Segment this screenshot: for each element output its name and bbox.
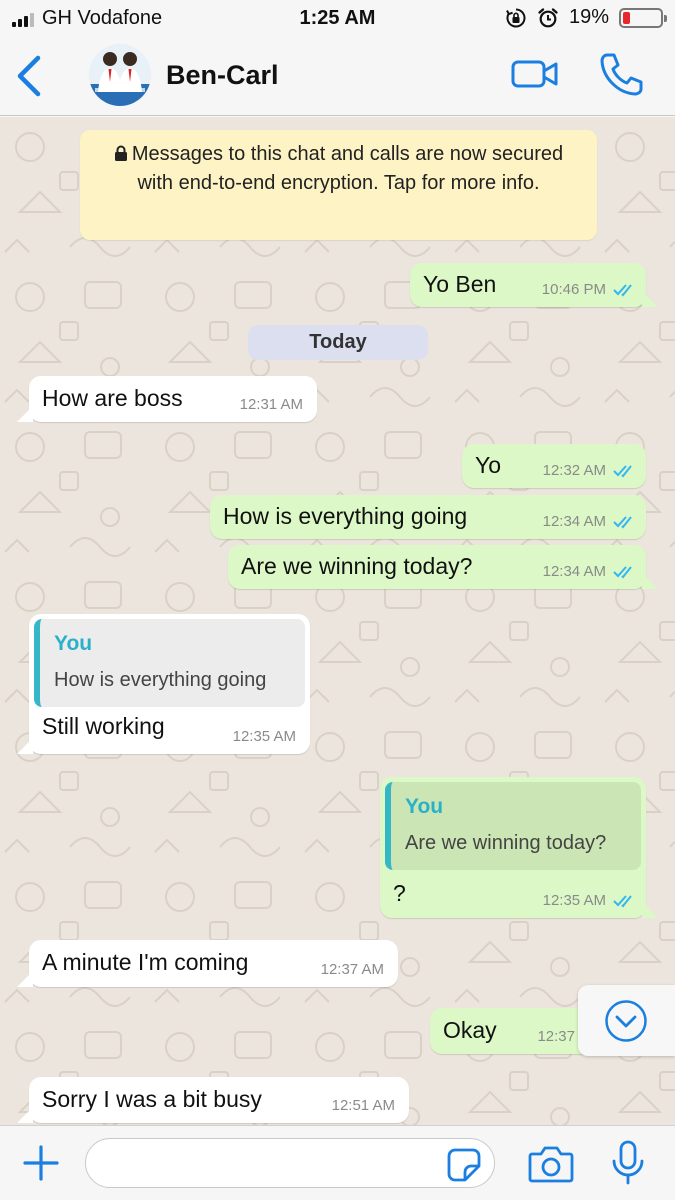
carrier-name: GH Vodafone <box>42 7 163 29</box>
message-incoming[interactable]: Sorry I was a bit busy 12:51 AM <box>17 1077 409 1123</box>
avatar-image <box>89 44 151 106</box>
lock-icon <box>114 145 127 161</box>
status-left: GH Vodafone <box>12 7 162 30</box>
message-text: Sorry I was a bit busy <box>42 1086 262 1112</box>
message-outgoing[interactable]: Yo Ben 10:46 PM <box>410 263 658 307</box>
message-text: Are we winning today? <box>241 553 473 579</box>
day-separator: Today <box>248 325 428 360</box>
message-incoming-reply[interactable]: You How is everything going Still workin… <box>17 614 310 754</box>
message-text: A minute I'm coming <box>42 949 249 975</box>
quote-text: Are we winning today? <box>405 832 607 854</box>
message-time: 12:35 AM <box>542 892 606 909</box>
message-incoming[interactable]: A minute I'm coming 12:37 AM <box>17 940 398 987</box>
message-text: ? <box>393 880 406 906</box>
battery-level-fill <box>623 11 630 24</box>
quote-author: You <box>405 795 444 818</box>
message-outgoing[interactable]: Are we winning today? 12:34 AM <box>228 545 658 589</box>
read-ticks-icon <box>613 566 632 579</box>
quote-text: How is everything going <box>54 669 267 691</box>
battery-percent: 19% <box>568 6 609 28</box>
message-time: 12:34 AM <box>542 563 606 580</box>
encryption-notice-text: Messages to this chat and calls are now … <box>131 143 564 194</box>
chat-header: Ben-Carl <box>0 38 675 116</box>
battery-icon <box>619 7 667 28</box>
rotation-lock-icon <box>506 8 526 27</box>
message-text: Okay <box>443 1017 497 1043</box>
message-incoming[interactable]: How are boss 12:31 AM <box>17 376 317 422</box>
message-time: 12:34 AM <box>542 513 606 530</box>
quoted-message[interactable]: You How is everything going <box>34 619 305 707</box>
message-text: Yo <box>475 452 502 478</box>
scroll-to-bottom-button[interactable] <box>578 985 675 1056</box>
read-ticks-icon <box>613 516 632 529</box>
message-text: How are boss <box>42 385 183 411</box>
video-call-icon[interactable] <box>510 54 560 94</box>
message-input[interactable] <box>85 1138 495 1188</box>
contact-name[interactable]: Ben-Carl <box>166 60 279 91</box>
message-outgoing[interactable]: How is everything going 12:34 AM <box>210 495 646 539</box>
message-outgoing-reply[interactable]: You Are we winning today? ? 12:35 AM <box>380 777 658 918</box>
status-bar: GH Vodafone 1:25 AM 19% <box>0 0 675 38</box>
sticker-icon[interactable] <box>447 1148 481 1182</box>
message-time: 12:37 <box>537 1028 575 1045</box>
quoted-message[interactable]: You Are we winning today? <box>385 782 641 870</box>
chat-area[interactable]: Messages to this chat and calls are now … <box>0 117 675 1125</box>
avatar[interactable] <box>89 44 151 106</box>
alarm-icon <box>538 7 558 27</box>
read-ticks-icon <box>613 895 632 908</box>
message-text: Still working <box>42 713 165 739</box>
signal-icon <box>12 11 34 27</box>
message-time: 12:35 AM <box>232 728 296 745</box>
message-text: How is everything going <box>223 503 468 529</box>
message-time: 10:46 PM <box>541 281 606 298</box>
plus-icon[interactable] <box>22 1144 60 1182</box>
input-bar <box>0 1125 675 1200</box>
message-time: 12:37 AM <box>320 961 384 978</box>
read-ticks-icon <box>613 284 632 297</box>
back-chevron-icon[interactable] <box>8 52 52 100</box>
microphone-icon[interactable] <box>610 1140 646 1186</box>
message-time: 12:31 AM <box>239 396 303 413</box>
message-text: Yo Ben <box>423 271 497 297</box>
message-time: 12:51 AM <box>331 1097 395 1114</box>
quote-author: You <box>54 632 93 655</box>
encryption-notice[interactable]: Messages to this chat and calls are now … <box>80 130 597 240</box>
status-right: 19% <box>505 6 667 29</box>
read-ticks-icon <box>613 465 632 478</box>
camera-icon[interactable] <box>528 1145 574 1183</box>
message-outgoing[interactable]: Yo 12:32 AM <box>462 444 646 488</box>
phone-icon[interactable] <box>598 50 646 98</box>
chevron-down-icon <box>605 1000 647 1042</box>
message-time: 12:32 AM <box>542 462 606 479</box>
